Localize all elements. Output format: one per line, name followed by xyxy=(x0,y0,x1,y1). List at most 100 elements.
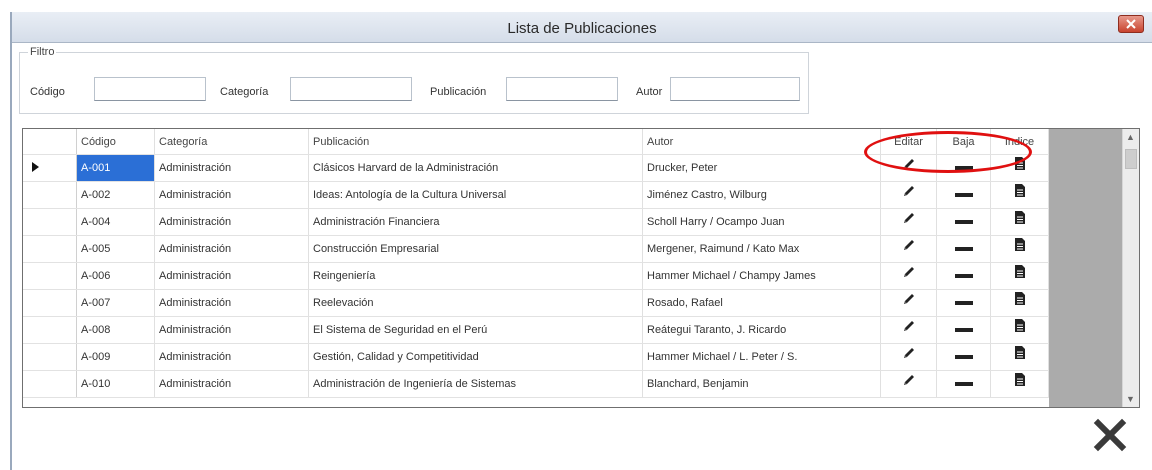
delete-button[interactable] xyxy=(937,263,991,289)
publicacion-cell[interactable]: Gestión, Calidad y Competitividad xyxy=(309,344,643,370)
edit-button[interactable] xyxy=(881,371,937,397)
index-button[interactable] xyxy=(991,344,1049,370)
window-close-button[interactable] xyxy=(1118,15,1144,33)
autor-cell[interactable]: Blanchard, Benjamin xyxy=(643,371,881,397)
autor-cell[interactable]: Reátegui Taranto, J. Ricardo xyxy=(643,317,881,343)
row-header[interactable] xyxy=(23,236,77,262)
codigo-filter-input[interactable] xyxy=(94,77,206,101)
table-row[interactable]: A-006 Administración Reingeniería Hammer Mi… xyxy=(23,263,1049,290)
delete-button[interactable] xyxy=(937,371,991,397)
publicacion-filter-input[interactable] xyxy=(506,77,618,101)
autor-cell[interactable]: Scholl Harry / Ocampo Juan xyxy=(643,209,881,235)
index-button[interactable] xyxy=(991,209,1049,235)
autor-cell[interactable]: Jiménez Castro, Wilburg xyxy=(643,182,881,208)
grid-vertical-scrollbar[interactable]: ▲ ▼ xyxy=(1122,129,1139,407)
edit-button[interactable] xyxy=(881,344,937,370)
document-icon xyxy=(1014,209,1026,235)
scrollbar-thumb[interactable] xyxy=(1125,149,1137,169)
publicacion-cell[interactable]: Reelevación xyxy=(309,290,643,316)
column-header-categoria[interactable]: Categoría xyxy=(155,129,309,154)
scroll-down-icon[interactable]: ▼ xyxy=(1126,394,1135,404)
publicacion-cell[interactable]: El Sistema de Seguridad en el Perú xyxy=(309,317,643,343)
categoria-cell[interactable]: Administración xyxy=(155,317,309,343)
pencil-icon xyxy=(902,344,916,370)
index-button[interactable] xyxy=(991,182,1049,208)
codigo-cell[interactable]: A-009 xyxy=(77,344,155,370)
categoria-cell[interactable]: Administración xyxy=(155,344,309,370)
edit-button[interactable] xyxy=(881,263,937,289)
categoria-cell[interactable]: Administración xyxy=(155,263,309,289)
table-row[interactable]: A-009 Administración Gestión, Calidad y Co… xyxy=(23,344,1049,371)
document-icon xyxy=(1014,182,1026,208)
publicacion-cell[interactable]: Clásicos Harvard de la Administración xyxy=(309,155,643,181)
autor-cell[interactable]: Mergener, Raimund / Kato Max xyxy=(643,236,881,262)
edit-button[interactable] xyxy=(881,317,937,343)
row-header[interactable] xyxy=(23,290,77,316)
table-row[interactable]: A-002 Administración Ideas: Antología de l… xyxy=(23,182,1049,209)
autor-cell[interactable]: Hammer Michael / Champy James xyxy=(643,263,881,289)
publicacion-cell[interactable]: Administración de Ingeniería de Sistemas xyxy=(309,371,643,397)
edit-button[interactable] xyxy=(881,182,937,208)
categoria-cell[interactable]: Administración xyxy=(155,209,309,235)
delete-button[interactable] xyxy=(937,344,991,370)
categoria-cell[interactable]: Administración xyxy=(155,155,309,181)
scroll-up-icon[interactable]: ▲ xyxy=(1126,132,1135,142)
publicacion-cell[interactable]: Reingeniería xyxy=(309,263,643,289)
codigo-cell[interactable]: A-005 xyxy=(77,236,155,262)
index-button[interactable] xyxy=(991,263,1049,289)
edit-button[interactable] xyxy=(881,290,937,316)
index-button[interactable] xyxy=(991,290,1049,316)
document-icon xyxy=(1014,290,1026,316)
row-header[interactable] xyxy=(23,344,77,370)
categoria-cell[interactable]: Administración xyxy=(155,371,309,397)
edit-button[interactable] xyxy=(881,236,937,262)
exit-button[interactable] xyxy=(1093,418,1127,452)
autor-label: Autor xyxy=(636,86,663,98)
publicacion-cell[interactable]: Construcción Empresarial xyxy=(309,236,643,262)
column-header-codigo[interactable]: Código xyxy=(77,129,155,154)
autor-cell[interactable]: Hammer Michael / L. Peter / S. xyxy=(643,344,881,370)
table-row[interactable]: A-008 Administración El Sistema de Segurid… xyxy=(23,317,1049,344)
index-button[interactable] xyxy=(991,236,1049,262)
table-row[interactable]: A-007 Administración Reelevación Rosado, Ra… xyxy=(23,290,1049,317)
pencil-icon xyxy=(902,290,916,316)
codigo-cell[interactable]: A-006 xyxy=(77,263,155,289)
autor-cell[interactable]: Rosado, Rafael xyxy=(643,290,881,316)
table-row[interactable]: A-004 Administración Administración Financ… xyxy=(23,209,1049,236)
delete-button[interactable] xyxy=(937,290,991,316)
edit-button[interactable] xyxy=(881,209,937,235)
categoria-filter-input[interactable] xyxy=(290,77,412,101)
column-header-autor[interactable]: Autor xyxy=(643,129,881,154)
codigo-cell[interactable]: A-002 xyxy=(77,182,155,208)
row-header[interactable] xyxy=(23,155,77,181)
delete-button[interactable] xyxy=(937,236,991,262)
codigo-cell[interactable]: A-001 xyxy=(77,155,155,181)
delete-button[interactable] xyxy=(937,182,991,208)
row-header[interactable] xyxy=(23,182,77,208)
autor-cell[interactable]: Drucker, Peter xyxy=(643,155,881,181)
delete-button[interactable] xyxy=(937,209,991,235)
delete-button[interactable] xyxy=(937,317,991,343)
categoria-cell[interactable]: Administración xyxy=(155,236,309,262)
pencil-icon xyxy=(902,209,916,235)
categoria-cell[interactable]: Administración xyxy=(155,182,309,208)
autor-filter-input[interactable] xyxy=(670,77,800,101)
row-header[interactable] xyxy=(23,209,77,235)
index-button[interactable] xyxy=(991,317,1049,343)
table-row[interactable]: A-010 Administración Administración de Ing… xyxy=(23,371,1049,398)
publicacion-cell[interactable]: Ideas: Antología de la Cultura Universal xyxy=(309,182,643,208)
codigo-cell[interactable]: A-008 xyxy=(77,317,155,343)
categoria-cell[interactable]: Administración xyxy=(155,290,309,316)
index-button[interactable] xyxy=(991,371,1049,397)
pencil-icon xyxy=(902,263,916,289)
table-row[interactable]: A-005 Administración Construcción Empresar… xyxy=(23,236,1049,263)
row-header[interactable] xyxy=(23,317,77,343)
row-header[interactable] xyxy=(23,263,77,289)
publicacion-label: Publicación xyxy=(430,86,487,98)
codigo-cell[interactable]: A-007 xyxy=(77,290,155,316)
row-header[interactable] xyxy=(23,371,77,397)
column-header-publicacion[interactable]: Publicación xyxy=(309,129,643,154)
codigo-cell[interactable]: A-010 xyxy=(77,371,155,397)
codigo-cell[interactable]: A-004 xyxy=(77,209,155,235)
publicacion-cell[interactable]: Administración Financiera xyxy=(309,209,643,235)
